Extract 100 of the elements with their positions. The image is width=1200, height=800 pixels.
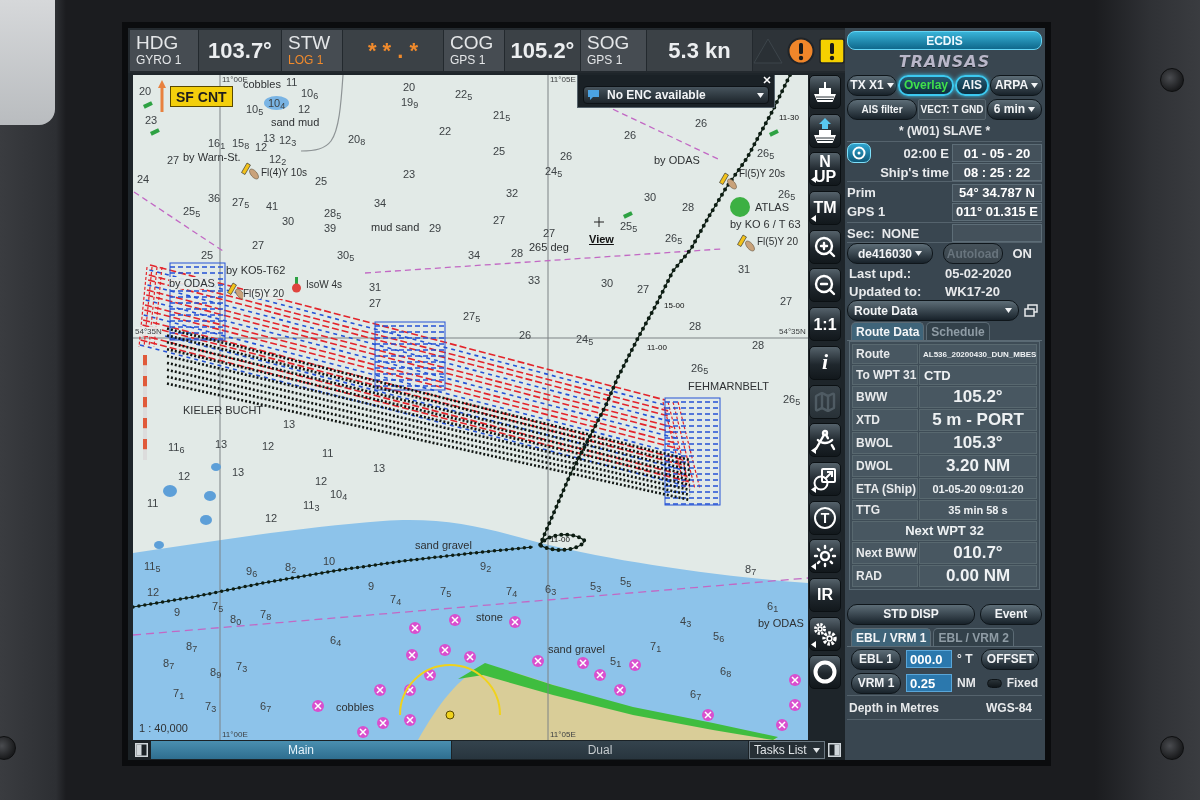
dropdown[interactable]: ARPA: [990, 74, 1043, 96]
readout-value: 5.3 kn: [668, 37, 731, 64]
ebl-button[interactable]: EBL 1: [851, 648, 901, 670]
depth-sounding: 12: [298, 103, 311, 115]
page-dropdown[interactable]: Route Data: [847, 300, 1019, 321]
map-tool-button[interactable]: [809, 113, 841, 148]
alarm-icon[interactable]: [787, 36, 815, 65]
map-mode-button[interactable]: IR: [809, 577, 841, 612]
map-tool-button[interactable]: [809, 616, 841, 651]
depth-sounding: 30: [282, 215, 295, 227]
panel-toggle-icon[interactable]: [828, 743, 841, 757]
depth-sounding: 28: [682, 201, 695, 213]
depth-sounding: 12: [315, 475, 328, 487]
light-buoy-icon: [241, 162, 259, 180]
depth-sounding: 27$_{5}$: [232, 196, 250, 208]
panel-tab[interactable]: EBL / VRM 1: [851, 628, 932, 646]
view-tab[interactable]: Dual: [452, 741, 748, 759]
ebl-input-field[interactable]: 000.0: [906, 650, 952, 668]
toggle-button[interactable]: Overlay: [898, 74, 954, 96]
depth-sounding: 12: [147, 586, 160, 598]
dropdown[interactable]: TX X1: [847, 74, 897, 96]
depth-sounding: 25$_{5}$: [183, 205, 201, 217]
map-tool-button[interactable]: [809, 539, 841, 574]
clock-button[interactable]: [847, 143, 871, 163]
depth-sounding: 34: [374, 197, 387, 209]
caret-icon: [1005, 308, 1012, 313]
depth-sounding: 13: [232, 466, 245, 478]
info-button[interactable]: i: [809, 345, 841, 380]
readout-value: 103.7°: [208, 37, 272, 64]
panel-tab[interactable]: Route Data: [851, 322, 925, 340]
depth-sounding: 6$_{7}$: [260, 700, 272, 712]
toggle-button[interactable]: AIS: [955, 74, 989, 96]
map-mode-button[interactable]: 1:1: [809, 307, 841, 342]
offset-button[interactable]: OFFSET: [981, 648, 1040, 670]
depth-sounding: 11: [286, 76, 298, 88]
sun-icon: [813, 544, 837, 569]
fixed-toggle[interactable]: [986, 678, 1002, 688]
map-tool-button[interactable]: [809, 229, 841, 264]
warning-icon[interactable]: [819, 37, 845, 64]
depth-sounding: 25$_{5}$: [620, 220, 638, 232]
view-link[interactable]: View: [589, 233, 614, 245]
depth-sounding: 7$_{4}$: [506, 585, 518, 597]
chart-label: mud sand: [371, 221, 420, 233]
obstruction-marker: [577, 657, 589, 669]
drafting-compass-icon: [813, 428, 837, 453]
depth-sounding: 36: [208, 192, 221, 204]
table-cell: XTD: [852, 409, 918, 432]
grid-coordinate: 11°05E: [550, 75, 576, 84]
action-button[interactable]: STD DISP: [847, 603, 975, 625]
depth-sounding: 16$_{1}$: [208, 137, 226, 149]
depth-sounding: 5$_{5}$: [620, 575, 632, 587]
depth-sounding: 6$_{7}$: [690, 688, 702, 700]
depth-sounding: 11: [322, 447, 334, 459]
action-button[interactable]: Event: [980, 603, 1042, 625]
map-mode-button[interactable]: N UP: [809, 152, 841, 187]
vrm-button[interactable]: VRM 1: [851, 672, 901, 694]
readout-value: 105.2°: [510, 37, 575, 64]
map-tool-button[interactable]: [809, 461, 841, 496]
cursor-cross-icon: [593, 216, 605, 228]
enc-dropdown[interactable]: No ENC available: [583, 86, 769, 104]
vrm-input-field[interactable]: 0.25: [906, 674, 952, 692]
mode-status: * (W01) SLAVE *: [898, 124, 991, 138]
depth-sounding: 31: [738, 263, 751, 275]
position-sensor: GPS 1: [847, 204, 886, 219]
map-tool-button[interactable]: [809, 75, 841, 109]
map-mode-button[interactable]: TM: [809, 191, 841, 226]
map-tool-button[interactable]: T: [809, 500, 841, 535]
chart-cell-dropdown[interactable]: de416030: [847, 243, 933, 264]
filter-button[interactable]: AIS filter: [847, 98, 917, 120]
depth-sounding: 22$_{5}$: [455, 88, 473, 100]
depth-sounding: 24$_{5}$: [576, 333, 594, 345]
depth-sounding: 15$_{8}$: [232, 137, 250, 149]
map-tool-button[interactable]: [809, 268, 841, 303]
panel-tab[interactable]: EBL / VRM 2: [933, 628, 1014, 646]
panel-tab[interactable]: Schedule: [926, 322, 990, 340]
depth-sounding: 7$_{1}$: [173, 687, 185, 699]
obstruction-marker: [312, 700, 324, 712]
detach-window-icon[interactable]: [1024, 304, 1038, 317]
close-icon[interactable]: [763, 76, 771, 84]
depth-sounding: 12: [178, 470, 191, 482]
panel-toggle-icon[interactable]: [135, 743, 148, 757]
light-characteristic: IsoW 4s: [306, 279, 343, 290]
shoal-patch: [200, 515, 212, 525]
depth-sounding: 7$_{3}$: [205, 700, 217, 712]
depth-sounding: 23: [403, 168, 416, 180]
view-tab[interactable]: Main: [151, 741, 451, 759]
chart-label: by ODAS: [758, 617, 804, 629]
shoal-patch: [211, 463, 221, 471]
dropdown[interactable]: 6 min: [987, 98, 1042, 120]
map-tool-button[interactable]: [809, 655, 841, 690]
depth-sounding: 27: [543, 227, 556, 239]
chart-label: by ODAS: [654, 154, 700, 166]
table-cell: 0.00 NM: [919, 565, 1037, 587]
table-cell: RAD: [852, 565, 918, 587]
table-cell: Route: [852, 344, 918, 365]
tasks-list-dropdown[interactable]: Tasks List: [749, 741, 825, 759]
depth-sounding: 26: [519, 329, 532, 341]
depth-sounding: 11$_{3}$: [303, 499, 320, 511]
depth-sounding: 20: [139, 85, 152, 97]
map-tool-button[interactable]: [809, 423, 841, 458]
